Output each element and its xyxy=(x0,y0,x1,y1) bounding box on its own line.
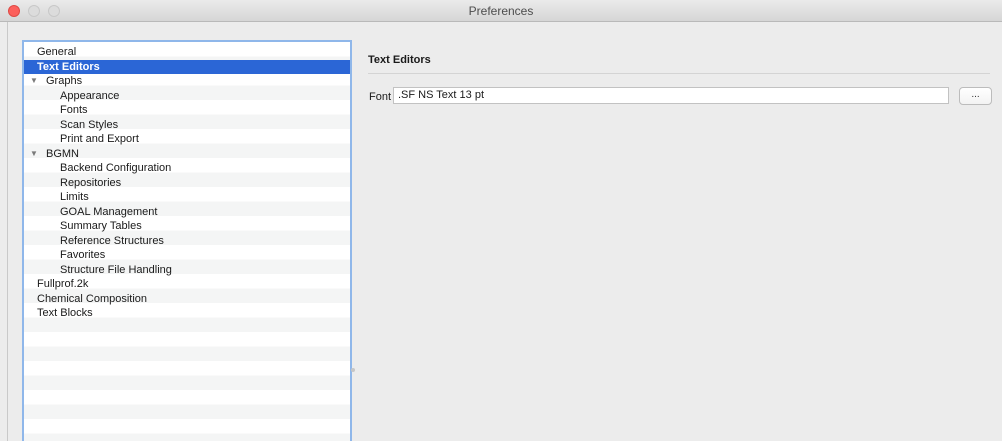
choose-font-button[interactable]: ... xyxy=(959,87,992,105)
tree-item-label: Limits xyxy=(60,191,89,203)
tree-item[interactable]: Favorites xyxy=(24,248,350,263)
tree-item-label: Text Editors xyxy=(37,60,100,73)
tree-item[interactable]: Summary Tables xyxy=(24,219,350,234)
tree-item-label: Fonts xyxy=(60,104,88,116)
tree-item[interactable]: Text Blocks xyxy=(24,306,350,321)
tree-item[interactable]: Scan Styles xyxy=(24,118,350,133)
tree-item-label: Graphs xyxy=(46,75,83,87)
tree-item-label: Summary Tables xyxy=(60,220,142,232)
tree-list: General Text Editors ▼ Graphs Appearance Font… xyxy=(24,45,350,321)
tree-item-label: Repositories xyxy=(60,176,122,189)
tree-item[interactable]: ▼ Graphs xyxy=(24,74,350,89)
window-edge xyxy=(7,22,8,441)
disclosure-triangle-icon[interactable]: ▼ xyxy=(30,147,38,162)
tree-item[interactable]: Backend Configuration xyxy=(24,161,350,176)
tree-item-label: GOAL Management xyxy=(60,205,158,218)
tree-item-label: Print and Export xyxy=(60,133,139,145)
section-heading: Text Editors xyxy=(368,54,431,66)
tree-item[interactable]: ▼ BGMN xyxy=(24,147,350,162)
tree-item-label: Reference Structures xyxy=(60,234,164,247)
tree-item-label: Backend Configuration xyxy=(60,162,172,174)
tree-item-label: Favorites xyxy=(60,249,106,261)
tree-item-label: Structure File Handling xyxy=(60,263,172,276)
tree-item[interactable]: Appearance xyxy=(24,89,350,104)
tree-item-label: Appearance xyxy=(60,89,120,102)
tree-item-label: Fullprof.2k xyxy=(37,278,89,290)
preferences-category-tree[interactable]: General Text Editors ▼ Graphs Appearance Font… xyxy=(22,40,352,441)
tree-item-label: General xyxy=(37,46,77,58)
tree-item[interactable]: GOAL Management xyxy=(24,205,350,220)
tree-item-label: Text Blocks xyxy=(37,307,93,319)
tree-item[interactable]: Repositories xyxy=(24,176,350,191)
tree-item[interactable]: Chemical Composition xyxy=(24,292,350,307)
tree-item[interactable]: Fullprof.2k xyxy=(24,277,350,292)
tree-item[interactable]: General xyxy=(24,45,350,60)
font-label: Font xyxy=(369,91,392,103)
tree-item[interactable]: Structure File Handling xyxy=(24,263,350,278)
tree-item[interactable]: Limits xyxy=(24,190,350,205)
tree-item[interactable]: Fonts xyxy=(24,103,350,118)
heading-separator xyxy=(368,73,990,74)
title-bar: Preferences xyxy=(0,0,1002,22)
tree-item[interactable]: Print and Export xyxy=(24,132,350,147)
disclosure-triangle-icon[interactable]: ▼ xyxy=(30,74,38,89)
split-view-handle[interactable] xyxy=(351,368,355,372)
tree-item-label: Scan Styles xyxy=(60,118,119,131)
font-field[interactable]: .SF NS Text 13 pt xyxy=(393,87,949,104)
tree-item-label: Chemical Composition xyxy=(37,292,148,305)
window-title: Preferences xyxy=(468,4,534,18)
tree-item[interactable]: Reference Structures xyxy=(24,234,350,249)
tree-item[interactable]: Text Editors xyxy=(24,59,350,74)
tree-item-label: BGMN xyxy=(46,147,79,160)
